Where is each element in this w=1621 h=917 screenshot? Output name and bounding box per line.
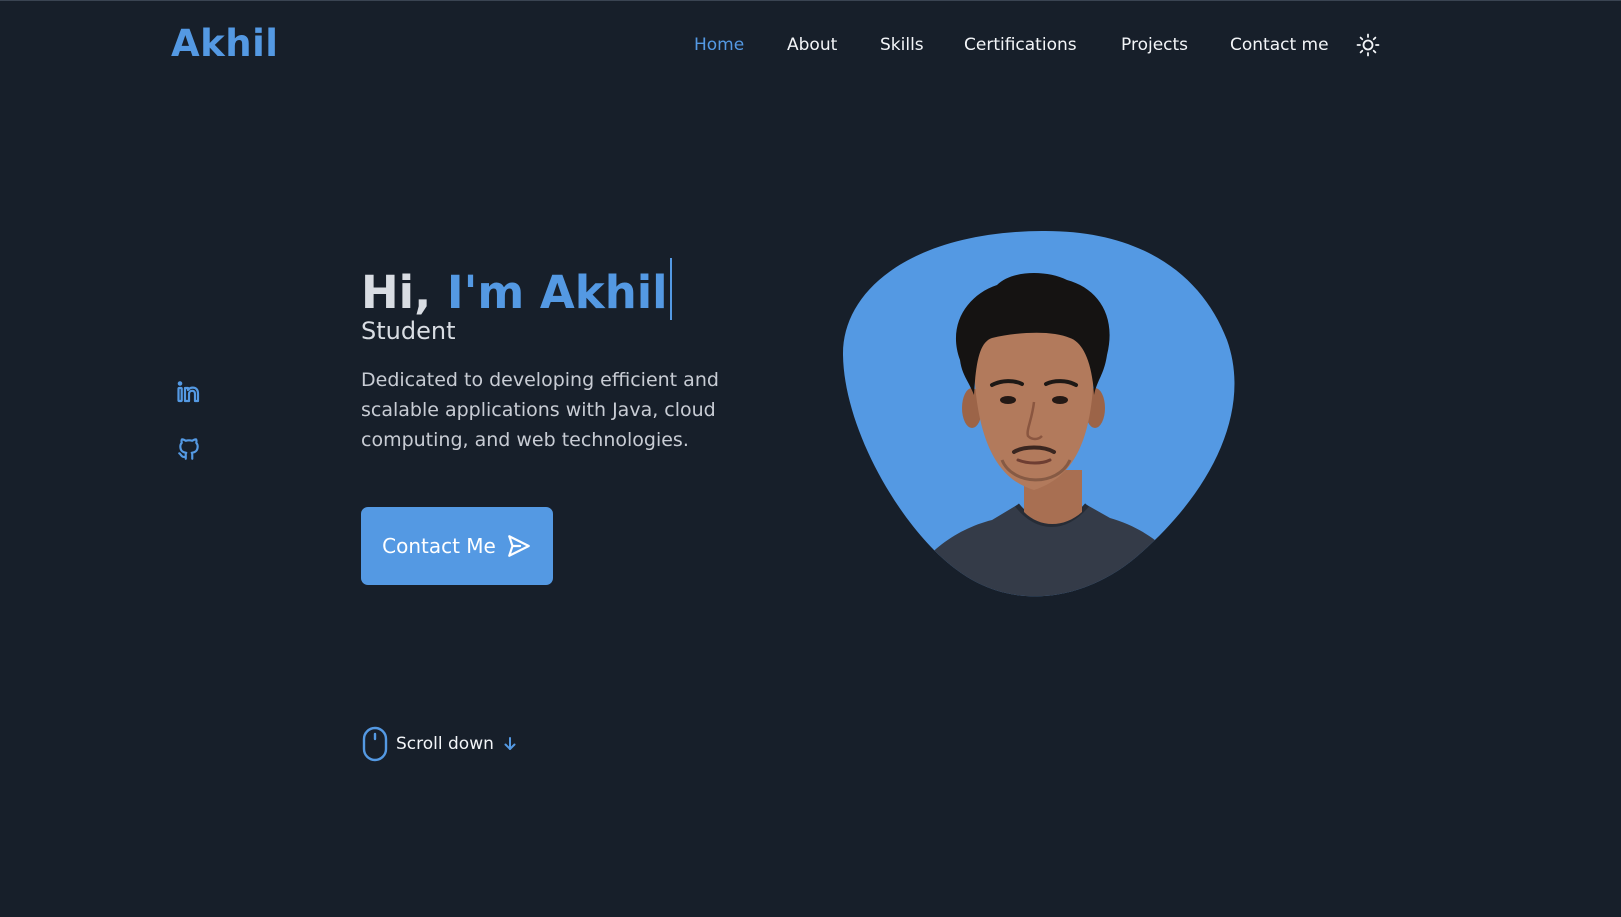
arrow-down-icon bbox=[504, 737, 516, 750]
profile-photo bbox=[842, 230, 1244, 604]
linkedin-icon bbox=[177, 381, 200, 403]
nav-home[interactable]: Home bbox=[694, 35, 744, 55]
hero-greeting: Hi, bbox=[361, 266, 432, 319]
scroll-down-label: Scroll down bbox=[396, 734, 494, 754]
linkedin-link[interactable] bbox=[176, 380, 202, 406]
hero-name: I'm Akhil bbox=[446, 266, 668, 319]
nav-contact-me[interactable]: Contact me bbox=[1230, 35, 1329, 55]
site-header: Akhil Home About Skills Certifications P… bbox=[0, 0, 1621, 92]
nav-certifications[interactable]: Certifications bbox=[964, 35, 1077, 55]
contact-me-label: Contact Me bbox=[382, 534, 496, 558]
nav-about[interactable]: About bbox=[787, 35, 837, 55]
site-logo[interactable]: Akhil bbox=[171, 22, 278, 65]
scroll-down-link[interactable]: Scroll down bbox=[362, 726, 518, 762]
send-icon bbox=[508, 535, 530, 557]
nav-projects[interactable]: Projects bbox=[1121, 35, 1188, 55]
theme-toggle-button[interactable] bbox=[1356, 33, 1380, 57]
sun-icon bbox=[1356, 33, 1380, 57]
hero-section: Hi, I'm Akhil Student Dedicated to devel… bbox=[361, 258, 781, 455]
hero-description: Dedicated to developing efficient and sc… bbox=[361, 369, 719, 451]
nav-skills[interactable]: Skills bbox=[880, 35, 924, 55]
github-icon bbox=[178, 438, 199, 460]
hero-subtitle: Student bbox=[361, 317, 456, 345]
github-link[interactable] bbox=[176, 436, 202, 462]
typing-caret bbox=[669, 258, 672, 320]
hero-title: Hi, I'm Akhil bbox=[361, 258, 781, 320]
contact-me-button[interactable]: Contact Me bbox=[361, 507, 553, 585]
mouse-icon bbox=[362, 726, 388, 762]
